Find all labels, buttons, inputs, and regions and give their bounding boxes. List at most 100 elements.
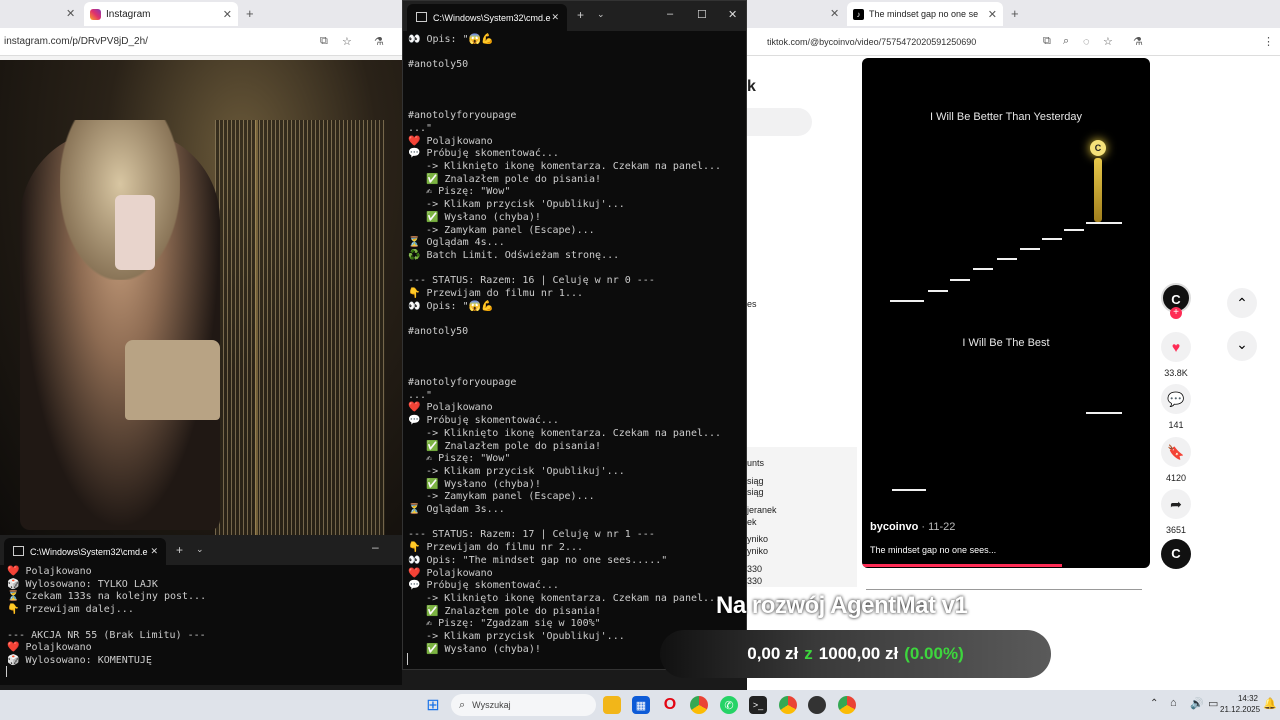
sound-avatar[interactable]: C: [1161, 539, 1191, 569]
address-bar[interactable]: tiktok.com/@bycoinvo/video/7575472020591…: [747, 28, 1280, 56]
save-count: 4120: [1165, 473, 1187, 483]
menu-dots-icon[interactable]: ⋮: [1263, 35, 1274, 48]
tab-instagram[interactable]: Instagram ✕: [84, 2, 238, 26]
comment-button[interactable]: 💬 141: [1161, 384, 1191, 430]
terminal-line: ♻️ Batch Limit. Odświeżam stronę...: [408, 249, 620, 261]
notification-bell-icon[interactable]: 🔔: [1263, 697, 1277, 710]
terminal-icon[interactable]: >_: [749, 696, 767, 714]
close-window-icon[interactable]: ✕: [728, 8, 737, 21]
share-button[interactable]: ➦ 3651: [1161, 489, 1191, 535]
whatsapp-icon[interactable]: ✆: [720, 696, 738, 714]
chrome-icon[interactable]: [838, 696, 856, 714]
chevron-up-icon[interactable]: ⌃: [1227, 288, 1257, 318]
close-tab-icon[interactable]: ✕: [551, 12, 559, 23]
close-tab-icon[interactable]: ✕: [223, 8, 232, 21]
speaker-icon[interactable]: 🔊: [1190, 697, 1204, 710]
stair-step: [928, 290, 948, 292]
close-tab-icon[interactable]: ✕: [988, 8, 997, 21]
stair-step: [1042, 238, 1062, 240]
stair-step: [890, 300, 924, 302]
windows-taskbar: ⊞ ⌕ Wyszukaj ▦ O ✆ >_ ⌃ ⌂ 🔊 ▭ 14:32 21.1…: [0, 690, 1280, 720]
chrome-icon[interactable]: [779, 696, 797, 714]
lab-flask-icon[interactable]: ⚗: [1133, 35, 1143, 48]
minimize-icon[interactable]: –: [667, 8, 673, 20]
file-explorer-icon[interactable]: [603, 696, 621, 714]
share-count: 3651: [1165, 525, 1187, 535]
tab-tiktok[interactable]: ♪ The mindset gap no one se ✕: [847, 2, 1003, 26]
text-cursor: [407, 653, 408, 665]
bookmark-star-icon[interactable]: ☆: [1103, 35, 1113, 48]
chevron-down-icon[interactable]: ⌄: [597, 9, 605, 20]
clock-time: 14:32: [1237, 694, 1258, 703]
instagram-browser-window: ✕ Instagram ✕ + instagram.com/p/DRvPV8jD…: [0, 0, 402, 535]
windows-start-icon[interactable]: ⊞: [424, 696, 442, 714]
chevron-down-icon[interactable]: ⌄: [1227, 331, 1257, 361]
post-photo[interactable]: [0, 60, 402, 535]
stair-step: [950, 279, 970, 281]
cmd-tab[interactable]: C:\Windows\System32\cmd.e ✕: [4, 538, 166, 565]
chevron-up-icon[interactable]: ⌃: [1150, 698, 1158, 709]
minimize-icon[interactable]: –: [372, 540, 379, 554]
cmd-tab-title: C:\Windows\System32\cmd.e: [30, 546, 148, 557]
like-button[interactable]: ♥ 33.8K: [1161, 332, 1191, 378]
app-icon[interactable]: [808, 696, 826, 714]
terminal-line: ✅ Znalazłem pole do pisania!: [408, 605, 602, 617]
new-tab-icon[interactable]: +: [246, 6, 254, 21]
terminal-output[interactable]: ❤️ Polajkowano 🎲 Wylosowano: TYLKO LAJK ⏳ …: [7, 566, 206, 668]
stair-step: [1086, 412, 1122, 414]
terminal-line: 🎲 Wylosowano: KOMENTUJĘ: [7, 654, 152, 666]
terminal-line: ✍ Piszę: "Zgadzam się w 100%": [408, 618, 601, 630]
install-app-icon[interactable]: ⧉: [320, 35, 328, 48]
terminal-line: -> Kliknięto ikonę komentarza. Czekam na…: [408, 161, 722, 173]
cmd-tab-strip: C:\Windows\System32\cmd.e ✕ + ⌄ –: [0, 535, 402, 565]
terminal-line: --- AKCJA NR 55 (Brak Limitu) ---: [7, 629, 206, 641]
battery-icon[interactable]: ▭: [1208, 697, 1218, 710]
clock[interactable]: 14:32 21.12.2025: [1220, 693, 1260, 715]
partial-text: siąg: [747, 487, 764, 497]
maximize-icon[interactable]: ☐: [697, 8, 707, 21]
partial-text: siąg: [747, 476, 764, 486]
close-tab-icon[interactable]: ✕: [830, 7, 839, 20]
video-author[interactable]: bycoinvo · 11-22: [870, 521, 955, 533]
chevron-down-icon[interactable]: ⌄: [196, 544, 204, 555]
terminal-line: 💬 Próbuję skomentować...: [408, 415, 559, 427]
avatar-letter: C: [1171, 546, 1181, 561]
cmd-tab[interactable]: C:\Windows\System32\cmd.e ✕: [407, 4, 567, 31]
search-box-partial[interactable]: [747, 108, 812, 136]
new-tab-icon[interactable]: +: [176, 543, 183, 557]
opera-icon[interactable]: O: [661, 696, 679, 714]
video-player[interactable]: I Will Be Better Than Yesterday I Will B…: [862, 58, 1150, 568]
save-button[interactable]: 🔖 4120: [1161, 437, 1191, 483]
address-bar[interactable]: instagram.com/p/DRvPV8jD_2h/ ⧉ ☆ ⚗: [0, 28, 402, 56]
zoom-icon[interactable]: ⌕: [1063, 35, 1069, 48]
browser-tab-strip: ✕ ♪ The mindset gap no one se ✕ +: [747, 0, 1280, 28]
bookmark-star-icon[interactable]: ☆: [342, 35, 352, 48]
video-top-text: I Will Be Better Than Yesterday: [929, 111, 1083, 123]
close-tab-icon[interactable]: ✕: [150, 546, 158, 557]
taskbar-search[interactable]: ⌕ Wyszukaj: [451, 694, 596, 716]
cmd-tab-strip: C:\Windows\System32\cmd.e ✕ + ⌄ – ☐ ✕: [403, 1, 746, 31]
terminal-line: ⏳ Oglądam 4s...: [408, 237, 505, 249]
stair-step: [892, 489, 926, 491]
video-progress-bar[interactable]: [862, 564, 1062, 567]
glowing-coin: C: [1090, 140, 1106, 156]
close-tab-icon[interactable]: ✕: [66, 7, 75, 20]
new-tab-icon[interactable]: +: [1011, 6, 1019, 21]
terminal-line: 👀 Opis: "😱💪: [408, 300, 494, 312]
cmd-window-main: C:\Windows\System32\cmd.e ✕ + ⌄ – ☐ ✕ 👀 …: [402, 0, 747, 670]
hide-eye-icon[interactable]: ◌: [1083, 36, 1090, 48]
terminal-line: 💬 Próbuję skomentować...: [408, 580, 559, 592]
comment-count: 141: [1168, 420, 1184, 430]
lab-flask-icon[interactable]: ⚗: [374, 35, 384, 48]
terminal-output[interactable]: 👀 Opis: "😱💪 #anotoly50 #anotolyforyoupag…: [408, 34, 721, 656]
terminal-line: 👀 Opis: "😱💪: [408, 34, 494, 45]
follow-plus-icon[interactable]: +: [1170, 307, 1182, 319]
chrome-icon[interactable]: [690, 696, 708, 714]
store-icon[interactable]: ▦: [632, 696, 650, 714]
install-app-icon[interactable]: ⧉: [1043, 35, 1051, 48]
new-tab-icon[interactable]: +: [577, 8, 584, 22]
network-icon[interactable]: ⌂: [1170, 697, 1177, 709]
partial-text: unts: [747, 458, 765, 468]
